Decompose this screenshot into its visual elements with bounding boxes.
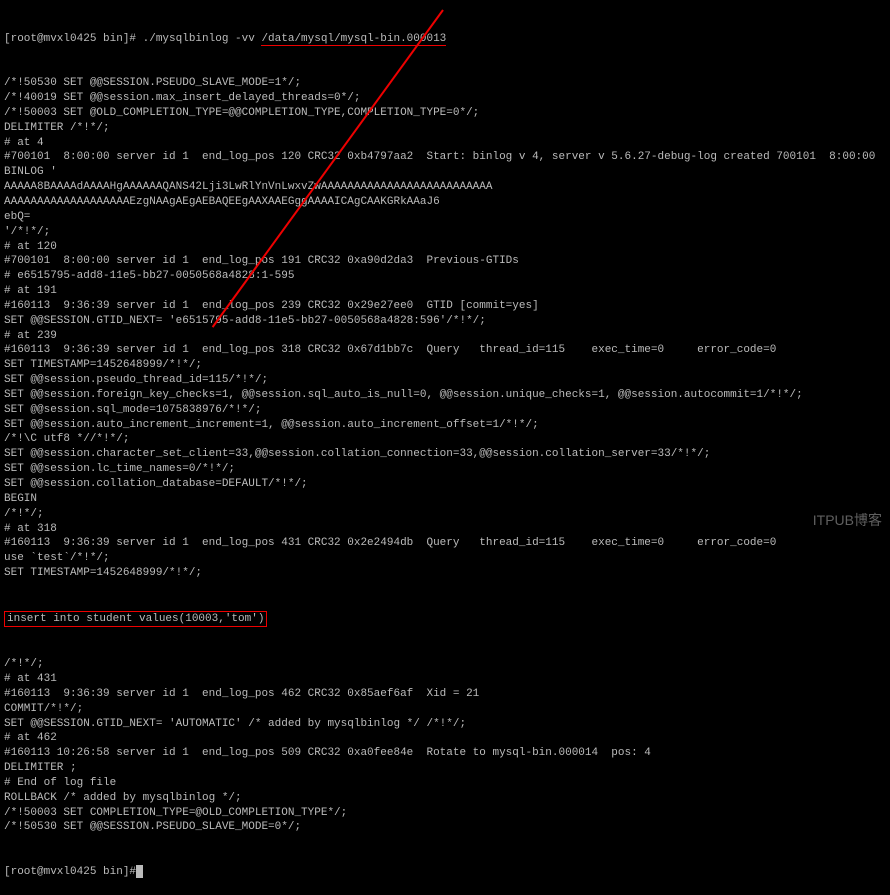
output-block-2: /*!*/;# at 431#160113 9:36:39 server id … <box>4 657 886 835</box>
output-line: SET @@session.auto_increment_increment=1… <box>4 418 886 433</box>
output-line: DELIMITER ; <box>4 761 886 776</box>
output-line: /*!50530 SET @@SESSION.PSEUDO_SLAVE_MODE… <box>4 820 886 835</box>
output-line: AAAAA8BAAAAdAAAAHgAAAAAAQANS42Lji3LwRlYn… <box>4 180 886 195</box>
output-line: # at 239 <box>4 329 886 344</box>
output-line: DELIMITER /*!*/; <box>4 121 886 136</box>
output-line: #700101 8:00:00 server id 1 end_log_pos … <box>4 150 886 165</box>
output-line: use `test`/*!*/; <box>4 551 886 566</box>
output-line: # at 120 <box>4 240 886 255</box>
output-line: #160113 10:26:58 server id 1 end_log_pos… <box>4 746 886 761</box>
output-line: /*!50003 SET @OLD_COMPLETION_TYPE=@@COMP… <box>4 106 886 121</box>
final-prompt-line: [root@mvxl0425 bin]# <box>4 865 886 880</box>
shell-prompt: [root@mvxl0425 bin]# <box>4 33 143 45</box>
output-line: BEGIN <box>4 492 886 507</box>
output-line: #160113 9:36:39 server id 1 end_log_pos … <box>4 687 886 702</box>
insert-statement-box: insert into student values(10003,'tom') <box>4 611 267 628</box>
output-line: SET @@session.sql_mode=1075838976/*!*/; <box>4 403 886 418</box>
output-line: # at 318 <box>4 522 886 537</box>
output-line: /*!50003 SET COMPLETION_TYPE=@OLD_COMPLE… <box>4 806 886 821</box>
output-line: ebQ= <box>4 210 886 225</box>
highlighted-line: insert into student values(10003,'tom') <box>4 611 886 628</box>
output-line: COMMIT/*!*/; <box>4 702 886 717</box>
output-line: # at 4 <box>4 136 886 151</box>
output-line: # e6515795-add8-11e5-bb27-0050568a4828:1… <box>4 269 886 284</box>
output-block-1: /*!50530 SET @@SESSION.PSEUDO_SLAVE_MODE… <box>4 76 886 581</box>
output-line: SET @@session.lc_time_names=0/*!*/; <box>4 462 886 477</box>
output-line: # at 431 <box>4 672 886 687</box>
shell-prompt-end: [root@mvxl0425 bin]# <box>4 866 136 878</box>
cursor <box>136 865 143 878</box>
output-line: SET @@SESSION.GTID_NEXT= 'e6515795-add8-… <box>4 314 886 329</box>
output-line: # End of log file <box>4 776 886 791</box>
command-line: [root@mvxl0425 bin]# ./mysqlbinlog -vv /… <box>4 32 886 47</box>
output-line: ROLLBACK /* added by mysqlbinlog */; <box>4 791 886 806</box>
output-line: #160113 9:36:39 server id 1 end_log_pos … <box>4 536 886 551</box>
output-line: /*!40019 SET @@session.max_insert_delaye… <box>4 91 886 106</box>
terminal-output[interactable]: [root@mvxl0425 bin]# ./mysqlbinlog -vv /… <box>4 2 886 895</box>
output-line: '/*!*/; <box>4 225 886 240</box>
binlog-path: /data/mysql/mysql-bin.000013 <box>261 33 446 46</box>
output-line: BINLOG ' <box>4 165 886 180</box>
watermark: ITPUB博客 <box>813 511 882 530</box>
output-line: #160113 9:36:39 server id 1 end_log_pos … <box>4 299 886 314</box>
output-line: SET @@SESSION.GTID_NEXT= 'AUTOMATIC' /* … <box>4 717 886 732</box>
output-line: #160113 9:36:39 server id 1 end_log_pos … <box>4 343 886 358</box>
output-line: SET TIMESTAMP=1452648999/*!*/; <box>4 566 886 581</box>
output-line: SET @@session.foreign_key_checks=1, @@se… <box>4 388 886 403</box>
output-line: /*!\C utf8 *//*!*/; <box>4 432 886 447</box>
output-line: # at 191 <box>4 284 886 299</box>
output-line: #700101 8:00:00 server id 1 end_log_pos … <box>4 254 886 269</box>
output-line: SET TIMESTAMP=1452648999/*!*/; <box>4 358 886 373</box>
command-text: ./mysqlbinlog -vv <box>143 33 262 45</box>
output-line: SET @@session.collation_database=DEFAULT… <box>4 477 886 492</box>
output-line: AAAAAAAAAAAAAAAAAAAEzgNAAgAEgAEBAQEEgAAX… <box>4 195 886 210</box>
output-line: /*!*/; <box>4 657 886 672</box>
output-line: /*!50530 SET @@SESSION.PSEUDO_SLAVE_MODE… <box>4 76 886 91</box>
output-line: SET @@session.character_set_client=33,@@… <box>4 447 886 462</box>
output-line: /*!*/; <box>4 507 886 522</box>
output-line: SET @@session.pseudo_thread_id=115/*!*/; <box>4 373 886 388</box>
output-line: # at 462 <box>4 731 886 746</box>
